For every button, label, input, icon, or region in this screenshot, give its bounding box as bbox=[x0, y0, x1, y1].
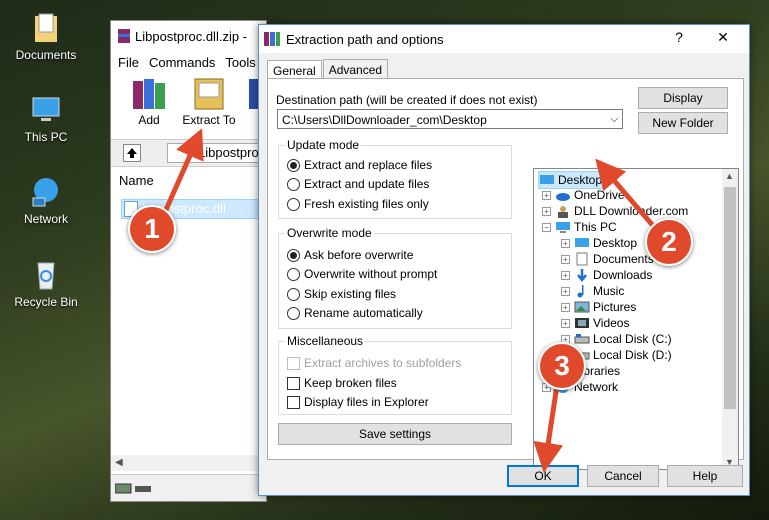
callout-2: 2 bbox=[645, 218, 693, 266]
arrow-2 bbox=[595, 158, 657, 230]
arrow-1 bbox=[162, 128, 204, 214]
callout-3: 3 bbox=[538, 342, 586, 390]
callout-1: 1 bbox=[128, 205, 176, 253]
arrow-3 bbox=[533, 384, 564, 473]
